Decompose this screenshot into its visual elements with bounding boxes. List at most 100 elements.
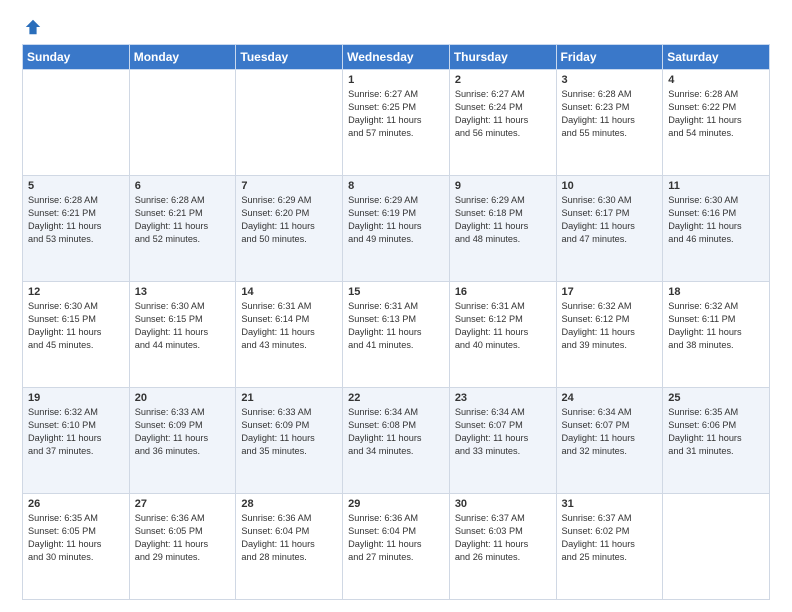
- day-info: Sunrise: 6:30 AM Sunset: 6:15 PM Dayligh…: [135, 300, 231, 352]
- day-number: 15: [348, 286, 444, 298]
- week-row-4: 26 Sunrise: 6:35 AM Sunset: 6:05 PM Dayli…: [23, 494, 770, 600]
- day-info: Sunrise: 6:32 AM Sunset: 6:12 PM Dayligh…: [562, 300, 658, 352]
- day-number: 14: [241, 286, 337, 298]
- weekday-header-thursday: Thursday: [449, 45, 556, 70]
- calendar-cell: 8 Sunrise: 6:29 AM Sunset: 6:19 PM Daylig…: [343, 176, 450, 282]
- calendar-cell: 9 Sunrise: 6:29 AM Sunset: 6:18 PM Daylig…: [449, 176, 556, 282]
- calendar-cell: 22 Sunrise: 6:34 AM Sunset: 6:08 PM Dayli…: [343, 388, 450, 494]
- day-number: 5: [28, 180, 124, 192]
- day-number: 2: [455, 74, 551, 86]
- weekday-header-tuesday: Tuesday: [236, 45, 343, 70]
- day-info: Sunrise: 6:29 AM Sunset: 6:18 PM Dayligh…: [455, 194, 551, 246]
- calendar-cell: 20 Sunrise: 6:33 AM Sunset: 6:09 PM Dayli…: [129, 388, 236, 494]
- calendar-cell: [129, 70, 236, 176]
- calendar-cell: 13 Sunrise: 6:30 AM Sunset: 6:15 PM Dayli…: [129, 282, 236, 388]
- day-number: 28: [241, 498, 337, 510]
- weekday-header-friday: Friday: [556, 45, 663, 70]
- day-number: 30: [455, 498, 551, 510]
- weekday-header-wednesday: Wednesday: [343, 45, 450, 70]
- calendar-cell: 21 Sunrise: 6:33 AM Sunset: 6:09 PM Dayli…: [236, 388, 343, 494]
- calendar-cell: 19 Sunrise: 6:32 AM Sunset: 6:10 PM Dayli…: [23, 388, 130, 494]
- day-number: 20: [135, 392, 231, 404]
- day-number: 11: [668, 180, 764, 192]
- day-info: Sunrise: 6:32 AM Sunset: 6:11 PM Dayligh…: [668, 300, 764, 352]
- calendar-cell: 10Sunrise: 6:30 AM Sunset: 6:17 PM Dayli…: [556, 176, 663, 282]
- calendar-cell: 11 Sunrise: 6:30 AM Sunset: 6:16 PM Dayli…: [663, 176, 770, 282]
- day-info: Sunrise: 6:27 AM Sunset: 6:24 PM Dayligh…: [455, 88, 551, 140]
- day-info: Sunrise: 6:37 AM Sunset: 6:03 PM Dayligh…: [455, 512, 551, 564]
- calendar-cell: 16 Sunrise: 6:31 AM Sunset: 6:12 PM Dayli…: [449, 282, 556, 388]
- day-number: 4: [668, 74, 764, 86]
- calendar-cell: 27Sunrise: 6:36 AM Sunset: 6:05 PM Dayli…: [129, 494, 236, 600]
- day-number: 19: [28, 392, 124, 404]
- calendar-cell: 3Sunrise: 6:28 AM Sunset: 6:23 PM Daylig…: [556, 70, 663, 176]
- weekday-header-row: SundayMondayTuesdayWednesdayThursdayFrid…: [23, 45, 770, 70]
- weekday-header-saturday: Saturday: [663, 45, 770, 70]
- calendar-cell: 5Sunrise: 6:28 AM Sunset: 6:21 PM Daylig…: [23, 176, 130, 282]
- day-info: Sunrise: 6:36 AM Sunset: 6:05 PM Dayligh…: [135, 512, 231, 564]
- calendar-cell: 1Sunrise: 6:27 AM Sunset: 6:25 PM Daylig…: [343, 70, 450, 176]
- week-row-0: 1Sunrise: 6:27 AM Sunset: 6:25 PM Daylig…: [23, 70, 770, 176]
- calendar-table: SundayMondayTuesdayWednesdayThursdayFrid…: [22, 44, 770, 600]
- day-number: 23: [455, 392, 551, 404]
- calendar-cell: 23 Sunrise: 6:34 AM Sunset: 6:07 PM Dayli…: [449, 388, 556, 494]
- weekday-header-monday: Monday: [129, 45, 236, 70]
- day-info: Sunrise: 6:30 AM Sunset: 6:15 PM Dayligh…: [28, 300, 124, 352]
- calendar-cell: [663, 494, 770, 600]
- day-info: Sunrise: 6:33 AM Sunset: 6:09 PM Dayligh…: [241, 406, 337, 458]
- day-number: 8: [348, 180, 444, 192]
- day-info: Sunrise: 6:34 AM Sunset: 6:07 PM Dayligh…: [562, 406, 658, 458]
- week-row-1: 5 Sunrise: 6:28 AM Sunset: 6:21 PM Daylig…: [23, 176, 770, 282]
- day-number: 6: [135, 180, 231, 192]
- calendar-cell: 28Sunrise: 6:36 AM Sunset: 6:04 PM Dayli…: [236, 494, 343, 600]
- calendar-cell: 30 Sunrise: 6:37 AM Sunset: 6:03 PM Dayli…: [449, 494, 556, 600]
- calendar-cell: 29 Sunrise: 6:36 AM Sunset: 6:04 PM Dayli…: [343, 494, 450, 600]
- day-info: Sunrise: 6:33 AM Sunset: 6:09 PM Dayligh…: [135, 406, 231, 458]
- calendar-cell: 12 Sunrise: 6:30 AM Sunset: 6:15 PM Dayli…: [23, 282, 130, 388]
- week-row-2: 12 Sunrise: 6:30 AM Sunset: 6:15 PM Dayli…: [23, 282, 770, 388]
- calendar-cell: 25 Sunrise: 6:35 AM Sunset: 6:06 PM Dayli…: [663, 388, 770, 494]
- day-info: Sunrise: 6:32 AM Sunset: 6:10 PM Dayligh…: [28, 406, 124, 458]
- day-info: Sunrise: 6:28 AM Sunset: 6:21 PM Dayligh…: [135, 194, 231, 246]
- page: SundayMondayTuesdayWednesdayThursdayFrid…: [0, 0, 792, 612]
- calendar-cell: 7 Sunrise: 6:29 AM Sunset: 6:20 PM Daylig…: [236, 176, 343, 282]
- day-info: Sunrise: 6:29 AM Sunset: 6:19 PM Dayligh…: [348, 194, 444, 246]
- day-info: Sunrise: 6:35 AM Sunset: 6:06 PM Dayligh…: [668, 406, 764, 458]
- day-number: 26: [28, 498, 124, 510]
- day-info: Sunrise: 6:30 AM Sunset: 6:16 PM Dayligh…: [668, 194, 764, 246]
- day-number: 12: [28, 286, 124, 298]
- day-number: 9: [455, 180, 551, 192]
- weekday-header-sunday: Sunday: [23, 45, 130, 70]
- calendar-cell: [23, 70, 130, 176]
- day-number: 22: [348, 392, 444, 404]
- day-info: Sunrise: 6:31 AM Sunset: 6:12 PM Dayligh…: [455, 300, 551, 352]
- day-number: 18: [668, 286, 764, 298]
- calendar-cell: 24Sunrise: 6:34 AM Sunset: 6:07 PM Dayli…: [556, 388, 663, 494]
- calendar-cell: 4 Sunrise: 6:28 AM Sunset: 6:22 PM Daylig…: [663, 70, 770, 176]
- day-info: Sunrise: 6:34 AM Sunset: 6:07 PM Dayligh…: [455, 406, 551, 458]
- day-number: 17: [562, 286, 658, 298]
- day-number: 25: [668, 392, 764, 404]
- day-number: 31: [562, 498, 658, 510]
- day-info: Sunrise: 6:31 AM Sunset: 6:13 PM Dayligh…: [348, 300, 444, 352]
- header: [22, 18, 770, 36]
- calendar-cell: 31Sunrise: 6:37 AM Sunset: 6:02 PM Dayli…: [556, 494, 663, 600]
- day-info: Sunrise: 6:28 AM Sunset: 6:22 PM Dayligh…: [668, 88, 764, 140]
- calendar-cell: 26 Sunrise: 6:35 AM Sunset: 6:05 PM Dayli…: [23, 494, 130, 600]
- calendar-cell: 14 Sunrise: 6:31 AM Sunset: 6:14 PM Dayli…: [236, 282, 343, 388]
- calendar-cell: 6 Sunrise: 6:28 AM Sunset: 6:21 PM Daylig…: [129, 176, 236, 282]
- day-info: Sunrise: 6:31 AM Sunset: 6:14 PM Dayligh…: [241, 300, 337, 352]
- logo: [22, 18, 42, 36]
- calendar-cell: 15 Sunrise: 6:31 AM Sunset: 6:13 PM Dayli…: [343, 282, 450, 388]
- calendar-cell: 17 Sunrise: 6:32 AM Sunset: 6:12 PM Dayli…: [556, 282, 663, 388]
- day-info: Sunrise: 6:29 AM Sunset: 6:20 PM Dayligh…: [241, 194, 337, 246]
- day-info: Sunrise: 6:34 AM Sunset: 6:08 PM Dayligh…: [348, 406, 444, 458]
- day-info: Sunrise: 6:36 AM Sunset: 6:04 PM Dayligh…: [348, 512, 444, 564]
- day-number: 1: [348, 74, 444, 86]
- day-number: 13: [135, 286, 231, 298]
- day-number: 21: [241, 392, 337, 404]
- day-number: 16: [455, 286, 551, 298]
- day-number: 7: [241, 180, 337, 192]
- day-number: 29: [348, 498, 444, 510]
- day-info: Sunrise: 6:35 AM Sunset: 6:05 PM Dayligh…: [28, 512, 124, 564]
